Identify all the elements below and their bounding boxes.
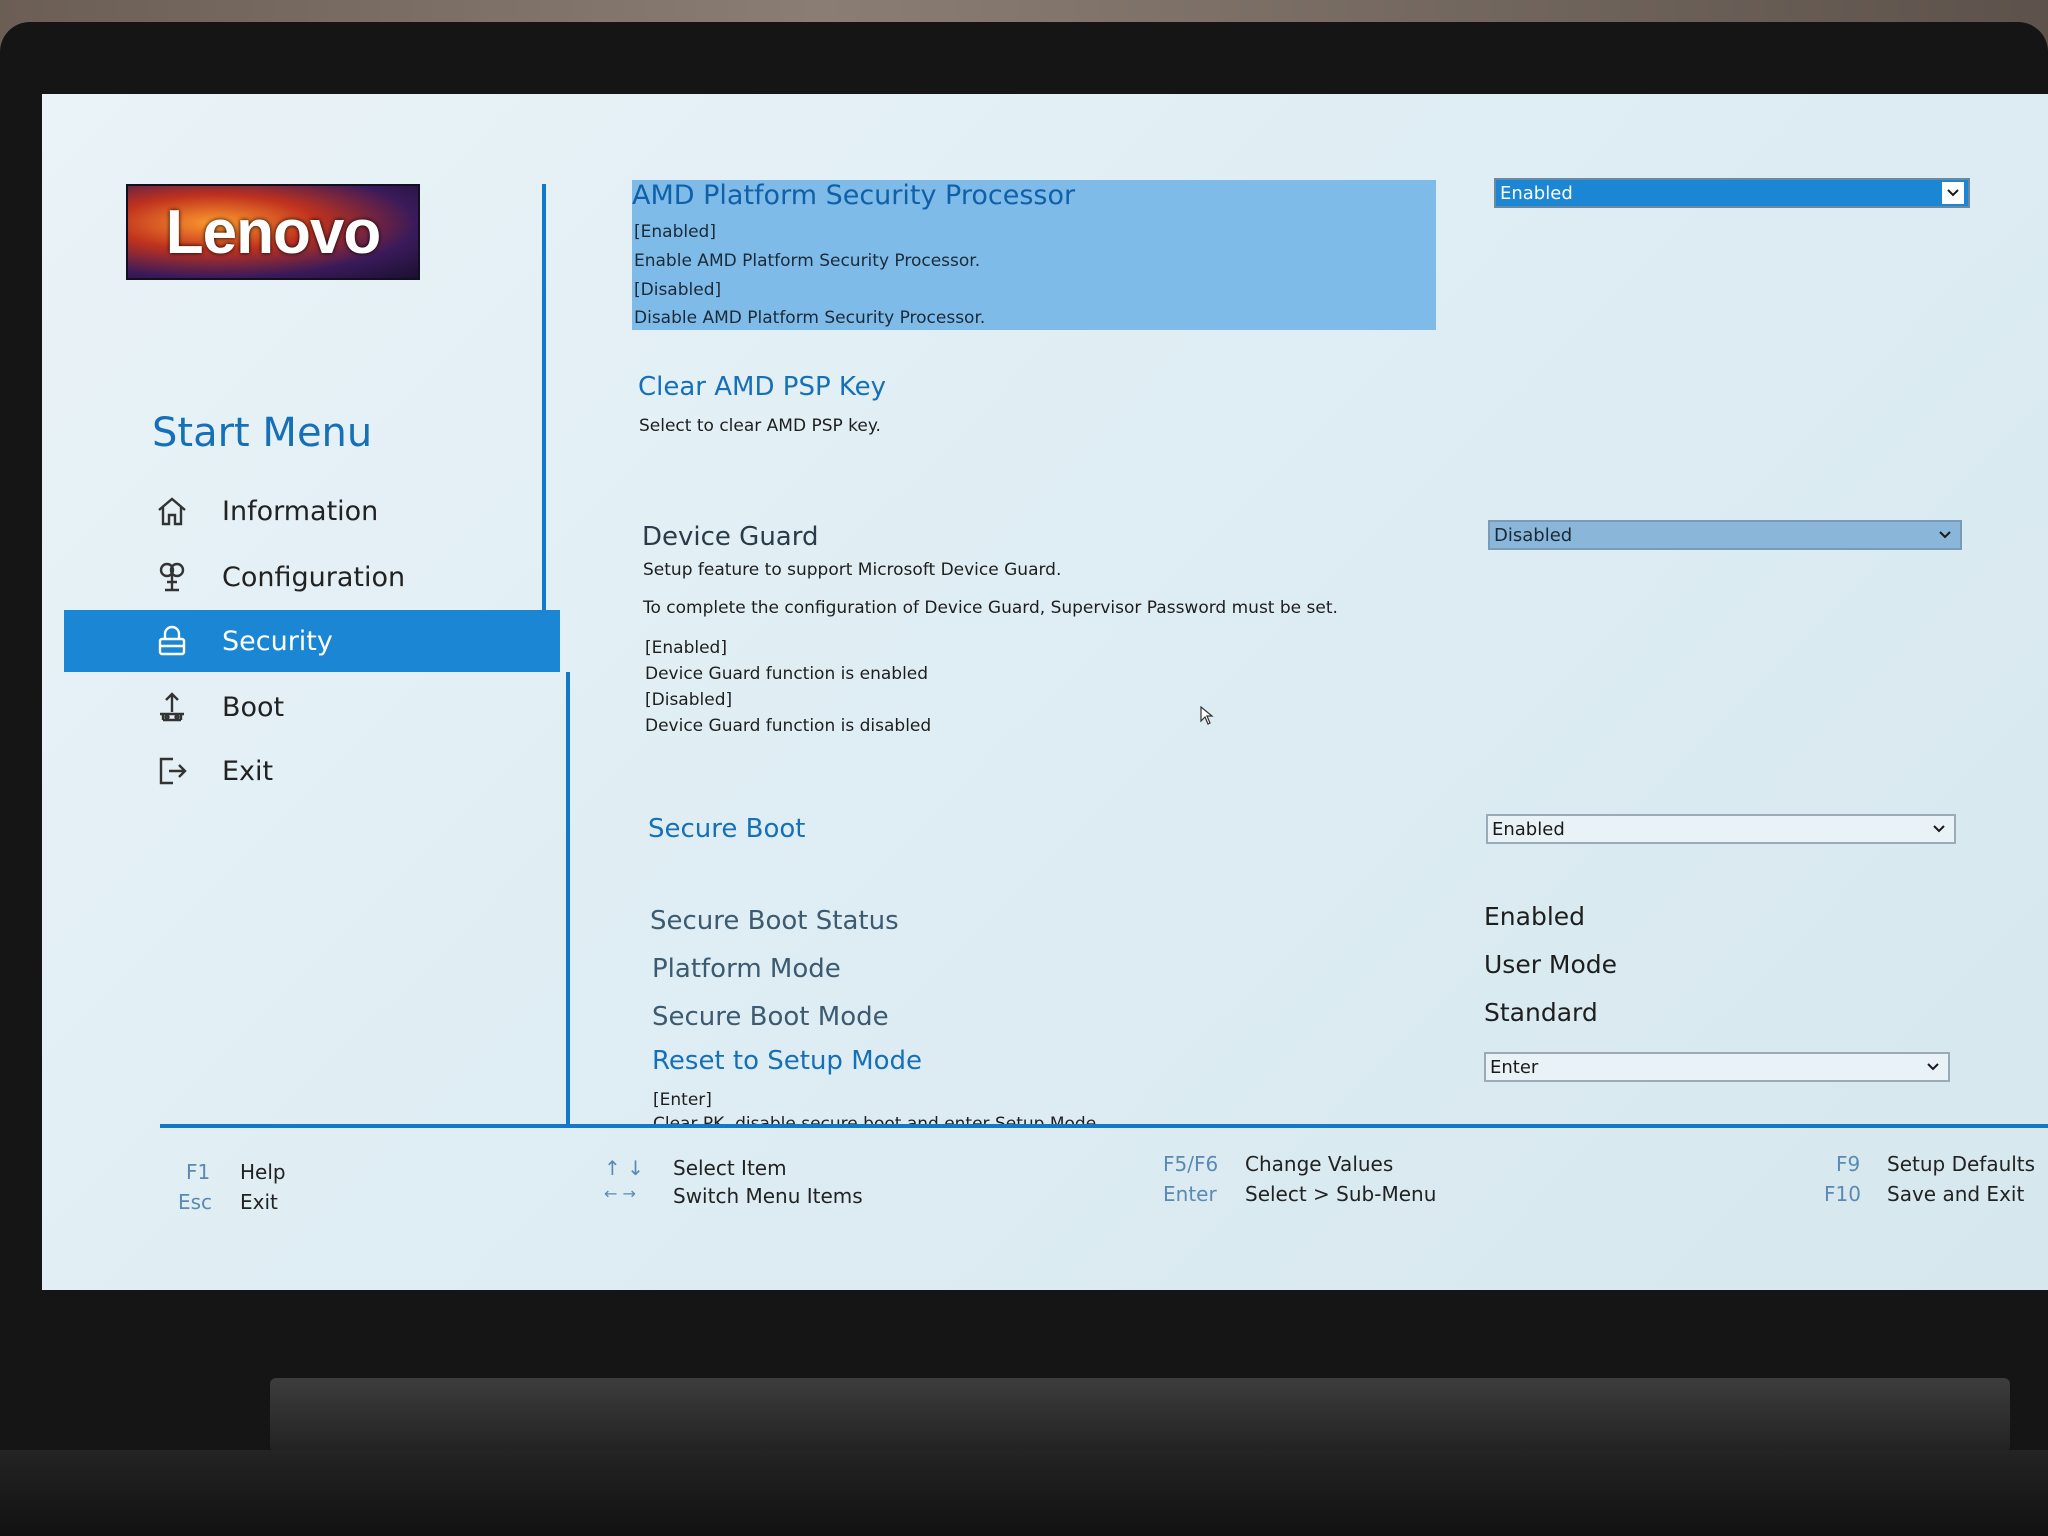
exit-icon — [154, 753, 190, 789]
platform-mode-label: Platform Mode — [652, 954, 841, 984]
sidebar-item-label: Exit — [222, 755, 274, 787]
amd-psp-help-3: [Disabled] — [634, 280, 722, 300]
secure-boot-value: Enabled — [1492, 818, 1565, 840]
amd-psp-dropdown[interactable]: Enabled — [1494, 178, 1970, 208]
enter-key: Enter — [1163, 1182, 1217, 1206]
esc-key: Esc — [178, 1190, 213, 1214]
f1-key: F1 — [186, 1160, 211, 1184]
reset-setup-mode-value: Enter — [1490, 1056, 1539, 1078]
device-guard-value: Disabled — [1494, 524, 1573, 546]
sidebar-item-label: Security — [222, 625, 333, 657]
sidebar-item-label: Configuration — [222, 561, 406, 593]
reset-setup-mode-help-2: Clear PK, disable secure boot and enter … — [653, 1114, 1097, 1124]
home-icon — [154, 493, 190, 529]
select-submenu-label: Select > Sub-Menu — [1245, 1182, 1437, 1206]
amd-psp-title: AMD Platform Security Processor — [632, 180, 1076, 211]
secure-boot-status-value: Enabled — [1484, 902, 1586, 931]
reset-setup-mode-title[interactable]: Reset to Setup Mode — [652, 1046, 922, 1076]
device-guard-desc-2: To complete the configuration of Device … — [643, 598, 1338, 618]
amd-psp-setting[interactable]: AMD Platform Security Processor [Enabled… — [632, 180, 1436, 330]
device-guard-title[interactable]: Device Guard — [642, 522, 818, 552]
sidebar-item-label: Boot — [222, 691, 285, 723]
updown-arrows-icon: ↑ ↓ — [604, 1156, 644, 1180]
leftright-arrows-icon: ← → — [604, 1184, 636, 1203]
f1-help-label: Help — [240, 1160, 286, 1184]
bios-screen: Lenovo Start Menu Information Configurat… — [42, 94, 2048, 1290]
device-guard-help-3: [Disabled] — [645, 690, 733, 710]
reset-setup-mode-dropdown[interactable]: Enter — [1484, 1052, 1950, 1082]
lock-icon — [154, 623, 190, 659]
chevron-down-icon — [1942, 182, 1964, 204]
clear-psp-key-desc: Select to clear AMD PSP key. — [639, 416, 881, 436]
change-values-label: Change Values — [1245, 1152, 1394, 1176]
amd-psp-help-4: Disable AMD Platform Security Processor. — [634, 308, 986, 328]
boot-icon — [154, 689, 190, 725]
select-item-label: Select Item — [673, 1156, 787, 1180]
chevron-down-icon — [1934, 524, 1956, 546]
device-guard-help-1: [Enabled] — [645, 638, 727, 658]
switch-menu-items-label: Switch Menu Items — [673, 1184, 863, 1208]
laptop-hinge — [270, 1378, 2010, 1452]
device-guard-help-2: Device Guard function is enabled — [645, 664, 929, 684]
secure-boot-title[interactable]: Secure Boot — [648, 814, 806, 844]
secure-boot-dropdown[interactable]: Enabled — [1486, 814, 1956, 844]
device-guard-desc-1: Setup feature to support Microsoft Devic… — [643, 560, 1062, 580]
sidebar-item-exit[interactable]: Exit — [64, 740, 560, 802]
chevron-down-icon — [1928, 818, 1950, 840]
esc-exit-label: Exit — [240, 1190, 278, 1214]
laptop-deck — [0, 1450, 2048, 1536]
clear-psp-key-title[interactable]: Clear AMD PSP Key — [638, 372, 886, 402]
configuration-icon — [154, 559, 190, 595]
sidebar-item-information[interactable]: Information — [64, 480, 560, 542]
amd-psp-help-1: [Enabled] — [634, 222, 716, 242]
secure-boot-mode-value: Standard — [1484, 998, 1598, 1027]
save-and-exit-label: Save and Exit — [1887, 1182, 2025, 1206]
lenovo-logo: Lenovo — [126, 184, 420, 280]
logo-text: Lenovo — [165, 197, 381, 267]
device-guard-help-4: Device Guard function is disabled — [645, 716, 932, 736]
setup-defaults-label: Setup Defaults — [1887, 1152, 2036, 1176]
sidebar-item-label: Information — [222, 495, 379, 527]
f10-key: F10 — [1824, 1182, 1861, 1206]
amd-psp-help-2: Enable AMD Platform Security Processor. — [634, 251, 981, 271]
chevron-down-icon — [1922, 1056, 1944, 1078]
sidebar-divider-lower — [566, 672, 570, 1128]
f5f6-key: F5/F6 — [1163, 1152, 1219, 1176]
sidebar-item-security[interactable]: Security — [64, 610, 560, 672]
start-menu-title: Start Menu — [152, 410, 373, 456]
sidebar-item-boot[interactable]: Boot — [64, 676, 560, 738]
device-guard-dropdown[interactable]: Disabled — [1488, 520, 1962, 550]
platform-mode-value: User Mode — [1484, 950, 1618, 979]
footer-divider — [160, 1124, 2048, 1128]
amd-psp-value: Enabled — [1500, 182, 1573, 204]
secure-boot-status-label: Secure Boot Status — [650, 906, 899, 936]
mouse-cursor-icon — [1200, 705, 1214, 730]
sidebar-item-configuration[interactable]: Configuration — [64, 546, 560, 608]
f9-key: F9 — [1836, 1152, 1861, 1176]
secure-boot-mode-label: Secure Boot Mode — [652, 1002, 889, 1032]
